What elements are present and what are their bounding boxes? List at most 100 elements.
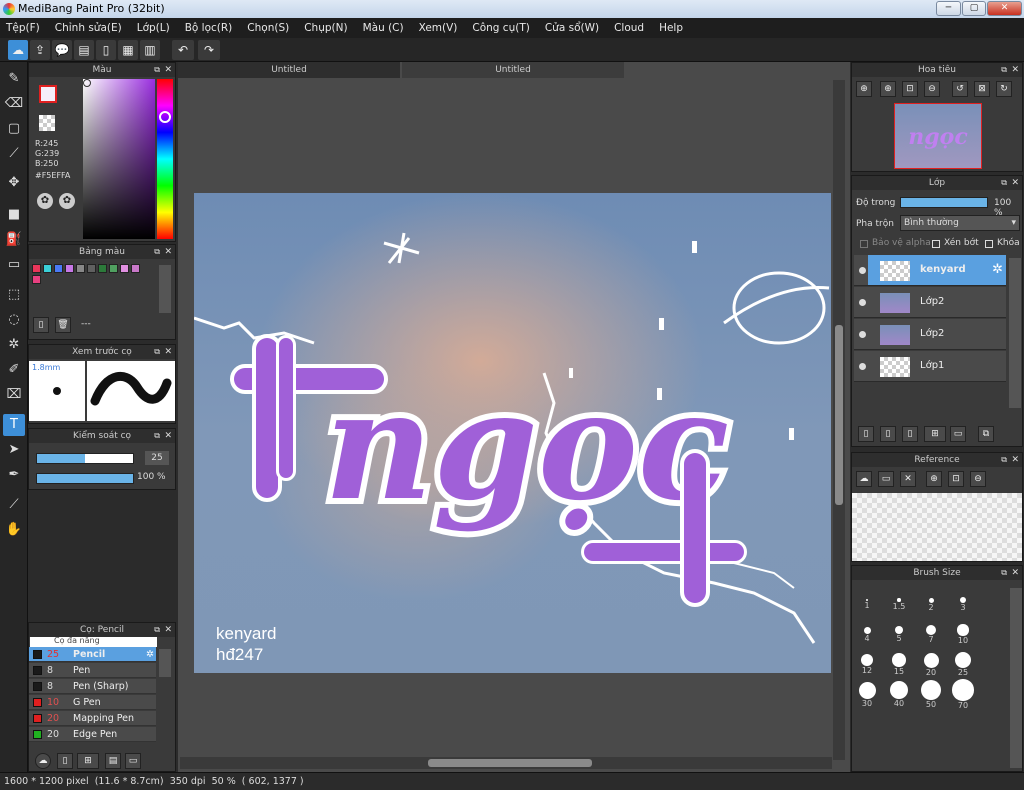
lock-checkbox[interactable] [985, 240, 993, 248]
close-icon[interactable]: ✕ [1011, 453, 1019, 467]
brush-size-option[interactable]: 10 [948, 618, 978, 645]
speech-icon[interactable]: ▤ [74, 40, 94, 60]
tab-untitled-1[interactable]: Untitled [178, 62, 400, 78]
move-tool-icon[interactable]: ✥ [3, 172, 25, 194]
navigator-thumbnail[interactable]: ngọc [894, 103, 982, 169]
close-icon[interactable]: ✕ [1011, 566, 1019, 580]
brush-opacity-value[interactable]: 100 % [137, 472, 166, 482]
new-8bit-layer-icon[interactable]: ▯ [902, 426, 918, 442]
new-brush-icon[interactable]: ▯ [57, 753, 73, 769]
select-rect-tool-icon[interactable]: ⬚ [3, 284, 25, 306]
delete-palette-icon[interactable]: 🗑 [55, 317, 71, 333]
brush-folder-icon[interactable]: ▭ [125, 753, 141, 769]
brush-size-option[interactable]: 70 [948, 678, 978, 710]
hue-slider[interactable] [157, 79, 173, 239]
palette-swatch[interactable] [76, 264, 85, 273]
new-halftone-layer-icon[interactable]: ▯ [880, 426, 896, 442]
add-brush-icon[interactable]: ⊞ [77, 753, 99, 769]
brush-item[interactable]: 20 Mapping Pen [29, 711, 156, 726]
divide-tool-icon[interactable]: ⟋ [3, 494, 25, 516]
palette-add-icon[interactable]: ✿ [59, 193, 75, 209]
panels-icon[interactable]: ▥ [140, 40, 160, 60]
reference-zoom-out-icon[interactable]: ⊖ [970, 471, 986, 487]
open-reference-icon[interactable]: ▭ [878, 471, 894, 487]
brush-size-option[interactable]: 40 [884, 678, 914, 708]
brush-size-option[interactable]: 30 [852, 678, 882, 708]
palette-swatch[interactable] [43, 264, 52, 273]
palette-scrollbar[interactable] [159, 265, 171, 313]
reference-cloud-icon[interactable]: ☁ [856, 471, 872, 487]
float-icon[interactable]: ⧉ [1001, 176, 1007, 190]
palette-swatch[interactable] [54, 264, 63, 273]
close-icon[interactable]: ✕ [164, 245, 172, 259]
rotate-right-icon[interactable]: ↻ [996, 81, 1012, 97]
palette-swatch[interactable] [65, 264, 74, 273]
brush-size-option[interactable]: 15 [884, 648, 914, 676]
brush-size-option[interactable]: 2 [916, 588, 946, 612]
palette-swatch[interactable] [87, 264, 96, 273]
transparent-color-swatch[interactable] [39, 115, 55, 131]
reference-zoom-in-icon[interactable]: ⊕ [926, 471, 942, 487]
magic-wand-tool-icon[interactable]: ✲ [3, 334, 25, 356]
palette-icon[interactable]: ✿ [37, 193, 53, 209]
fill-rect-tool-icon[interactable]: ■ [3, 204, 25, 226]
brush-size-option[interactable]: 20 [916, 648, 946, 677]
fit-icon[interactable]: ⊡ [902, 81, 918, 97]
brush-item[interactable]: 8 Pen (Sharp) [29, 679, 156, 694]
primary-color-swatch[interactable] [39, 85, 57, 103]
shape-tool-icon[interactable]: ▢ [3, 118, 25, 140]
float-icon[interactable]: ⧉ [1001, 63, 1007, 77]
brush-size-option[interactable]: 1 [852, 588, 882, 610]
layer-scrollbar[interactable] [1009, 258, 1021, 408]
palette-swatch[interactable] [120, 264, 129, 273]
grid-icon[interactable]: ▦ [118, 40, 138, 60]
rotate-left-icon[interactable]: ↺ [952, 81, 968, 97]
reset-view-icon[interactable]: ⊠ [974, 81, 990, 97]
brush-size-slider[interactable] [36, 453, 134, 464]
saturation-value-picker[interactable] [83, 79, 155, 239]
zoom-in-icon[interactable]: ⊕ [856, 81, 872, 97]
float-icon[interactable]: ⧉ [154, 345, 160, 359]
menu-edit[interactable]: Chỉnh sửa(E) [53, 22, 122, 34]
brush-cloud-icon[interactable]: ☁ [35, 753, 51, 769]
float-icon[interactable]: ⧉ [154, 245, 160, 259]
brush-item[interactable]: 10 G Pen [29, 695, 156, 710]
blend-mode-select[interactable]: Bình thường ▾ [900, 215, 1020, 231]
brush-size-option[interactable]: 3 [948, 588, 978, 612]
palette-swatch[interactable] [109, 264, 118, 273]
gradient-tool-icon[interactable]: ▭ [3, 254, 25, 276]
page-icon[interactable]: ▯ [96, 40, 116, 60]
canvas-horizontal-scrollbar[interactable] [180, 757, 832, 769]
cloud-icon[interactable]: ☁ [8, 40, 28, 60]
brush-item[interactable]: 8 Pen [29, 663, 156, 678]
gear-icon[interactable]: ✲ [146, 647, 154, 662]
brush-list-scrollbar[interactable] [159, 649, 171, 677]
tab-untitled-2[interactable]: Untitled [402, 62, 624, 78]
brush-size-option[interactable]: 50 [916, 678, 946, 709]
reference-canvas[interactable] [852, 493, 1022, 561]
eye-icon[interactable] [859, 331, 866, 338]
zoom-in-2-icon[interactable]: ⊕ [880, 81, 896, 97]
float-icon[interactable]: ⧉ [154, 623, 160, 637]
operation-tool-icon[interactable]: ➤ [3, 439, 25, 461]
float-icon[interactable]: ⧉ [1001, 453, 1007, 467]
lasso-tool-icon[interactable]: ◌ [3, 309, 25, 331]
hue-cursor[interactable] [159, 111, 171, 123]
layer-row[interactable]: Lớp1 [854, 351, 1006, 382]
clipping-checkbox[interactable] [932, 240, 940, 248]
close-icon[interactable]: ✕ [164, 429, 172, 443]
menu-view[interactable]: Xem(V) [417, 22, 458, 34]
select-eraser-tool-icon[interactable]: ⌧ [3, 384, 25, 406]
undo-icon[interactable]: ↶ [172, 40, 194, 60]
layer-row[interactable]: kenyard ✲ [854, 255, 1006, 286]
gear-icon[interactable]: ✲ [992, 262, 1003, 277]
close-icon[interactable]: ✕ [164, 63, 172, 77]
zoom-out-icon[interactable]: ⊖ [924, 81, 940, 97]
share-icon[interactable]: ⇪ [30, 40, 50, 60]
text-tool-icon[interactable]: T [3, 414, 25, 436]
reference-fit-icon[interactable]: ⊡ [948, 471, 964, 487]
close-reference-icon[interactable]: ✕ [900, 471, 916, 487]
protect-alpha-checkbox[interactable] [860, 240, 868, 248]
close-icon[interactable]: ✕ [1011, 63, 1019, 77]
layer-row[interactable]: Lớp2 [854, 319, 1006, 350]
